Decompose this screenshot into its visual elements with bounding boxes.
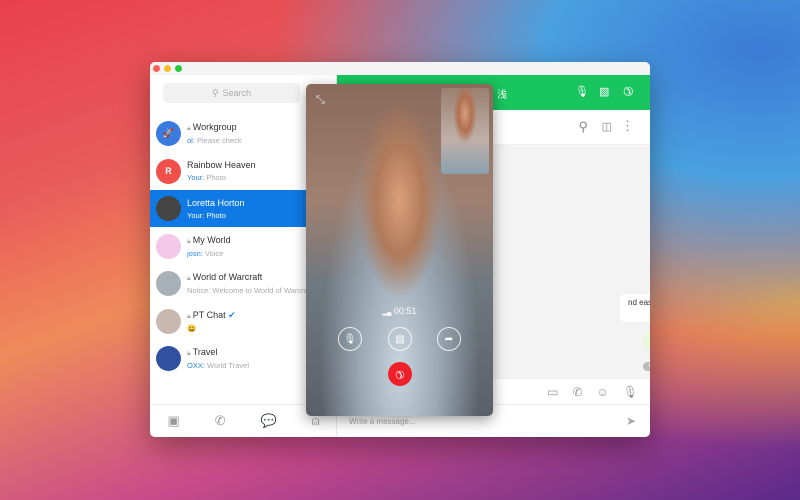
search-icon[interactable]: ⚲ — [578, 119, 588, 135]
camera-off-icon: ▧ — [395, 333, 405, 345]
conversation-name: World of Warcraft — [192, 272, 263, 282]
conversation-name: PT Chat — [192, 309, 226, 320]
lock-icon: 🔒︎ — [187, 275, 191, 282]
verified-icon: ✔ — [228, 309, 236, 320]
video-call-window: ⤡ ▂▄ 00:51 🎙 ▧ ➦ ✆ — [306, 84, 493, 416]
close-button[interactable] — [153, 65, 160, 72]
conversation-name: Rainbow Heaven — [187, 160, 256, 170]
emoji-icon[interactable]: ☺ — [597, 385, 609, 399]
calls-icon[interactable]: ✆ — [215, 413, 226, 429]
speaker-button[interactable]: ➦ — [437, 327, 461, 351]
mute-button[interactable]: 🎙 — [338, 327, 362, 351]
mute-icon[interactable]: 🎙 — [575, 85, 589, 98]
minimize-button[interactable] — [164, 65, 171, 72]
hangup-button[interactable]: ✆ — [388, 362, 412, 386]
call-title: 浅 — [497, 90, 507, 101]
microphone-icon[interactable]: 🎙 — [623, 385, 638, 399]
avatar — [156, 196, 181, 221]
call-duration: 00:51 — [393, 306, 417, 316]
video-icon[interactable]: ▭ — [547, 385, 558, 399]
zoom-button[interactable] — [175, 65, 182, 72]
camera-off-button[interactable]: ▧ — [388, 327, 412, 351]
lock-icon: 🔒︎ — [187, 237, 191, 245]
conversation-name: My World — [192, 234, 231, 245]
lock-icon: 🔒︎ — [187, 312, 191, 320]
avatar — [156, 346, 181, 371]
avatar — [156, 233, 181, 259]
more-icon[interactable]: ⋮ — [621, 118, 634, 134]
time-divider: 00 — [643, 362, 650, 371]
conversation-name: Loretta Horton — [187, 197, 245, 208]
avatar: R — [156, 158, 181, 184]
search-icon: ⚲ — [211, 87, 219, 98]
search-input[interactable]: ⚲ Search — [163, 83, 300, 103]
self-preview[interactable] — [441, 88, 489, 174]
conversation-name: Travel — [192, 347, 218, 357]
lock-icon: 🔒︎ — [187, 125, 191, 132]
video-off-icon[interactable]: ▧ — [599, 85, 609, 98]
speaker-icon: ➦ — [444, 333, 454, 345]
hangup-icon[interactable]: ✆ — [620, 82, 637, 99]
mic-off-icon: 🎙 — [343, 333, 357, 345]
send-icon[interactable]: ➤ — [626, 414, 636, 428]
signal-icon: ▂▄ — [382, 310, 392, 316]
contacts-icon[interactable]: ▣ — [167, 413, 179, 429]
titlebar — [150, 62, 650, 75]
avatar: 🚀 — [156, 121, 181, 146]
layout-icon[interactable]: ◫ — [602, 120, 612, 133]
minimize-call-icon[interactable]: ⤡ — [316, 94, 325, 107]
message-bubble: Ok, I go to download09:00 PM ✔✔ — [643, 332, 650, 349]
lock-icon: 🔒︎ — [187, 350, 191, 357]
message-bubble: nd easy-to-use09:00 PM — [620, 294, 650, 322]
hangup-icon: ✆ — [392, 366, 408, 382]
conversation-name: Workgroup — [192, 122, 237, 132]
avatar — [156, 271, 181, 296]
phone-icon[interactable]: ✆ — [572, 385, 582, 399]
chats-icon[interactable]: 💬 — [261, 413, 277, 429]
avatar — [156, 308, 181, 334]
